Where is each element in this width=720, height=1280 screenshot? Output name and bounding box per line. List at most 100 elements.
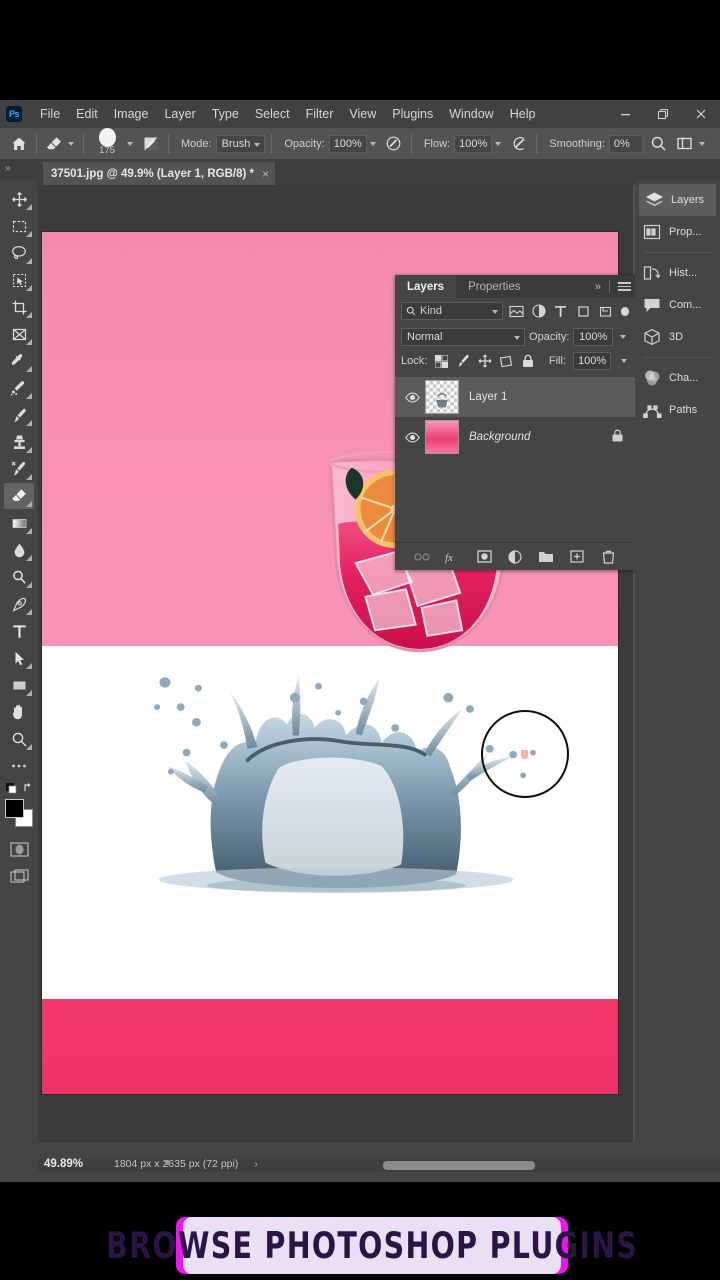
delete-layer-icon[interactable] [599, 548, 617, 566]
promo-banner[interactable]: BROWSE PHOTOSHOP PLUGINS [106, 1217, 637, 1274]
lock-all-icon[interactable] [520, 353, 535, 369]
sidebar-item-layers[interactable]: Layers [639, 184, 716, 216]
layer-opacity-caret-icon[interactable] [617, 335, 629, 339]
brush-tool[interactable] [4, 402, 34, 428]
frame-tool[interactable] [4, 321, 34, 347]
layer-fill-caret-icon[interactable] [618, 359, 629, 363]
layer-name[interactable]: Layer 1 [469, 391, 507, 403]
brush-preset-caret-icon[interactable] [124, 142, 136, 146]
menu-layer[interactable]: Layer [156, 103, 203, 125]
table-row[interactable]: Background [395, 417, 635, 457]
restore-button[interactable] [644, 100, 682, 128]
filter-shape-icon[interactable] [575, 302, 592, 321]
airbrush-icon[interactable] [508, 133, 530, 155]
smoothing-input[interactable]: 0% [608, 134, 643, 153]
gradient-tool[interactable] [4, 510, 34, 536]
pressure-opacity-icon[interactable] [383, 133, 405, 155]
layer-fill-input[interactable]: 100% [572, 352, 612, 370]
dodge-tool[interactable] [4, 564, 34, 590]
swap-default-colors[interactable] [4, 780, 34, 796]
new-group-icon[interactable] [537, 548, 555, 566]
screen-mode-icon[interactable] [4, 863, 34, 889]
layer-visibility-icon[interactable] [401, 391, 423, 403]
lasso-tool[interactable] [4, 240, 34, 266]
menu-image[interactable]: Image [106, 103, 157, 125]
menu-window[interactable]: Window [441, 103, 501, 125]
menu-help[interactable]: Help [502, 103, 544, 125]
table-row[interactable]: Layer 1 [395, 377, 635, 417]
type-tool[interactable] [4, 618, 34, 644]
lock-image-pixels-icon[interactable] [456, 353, 471, 369]
more-tools-icon[interactable] [4, 753, 34, 779]
opacity-input[interactable]: 100% [328, 134, 367, 153]
tool-preset-caret-icon[interactable] [65, 142, 77, 146]
blend-mode-select[interactable]: Normal [401, 327, 526, 346]
sidebar-item-properties[interactable]: Prop... [635, 216, 720, 248]
close-button[interactable] [682, 100, 720, 128]
document-tab[interactable]: 37501.jpg @ 49.9% (Layer 1, RGB/8) * × [43, 162, 275, 185]
layer-thumbnail[interactable] [425, 380, 459, 414]
opacity-caret-icon[interactable] [367, 142, 379, 146]
menu-plugins[interactable]: Plugins [384, 103, 441, 125]
eraser-tool[interactable] [4, 483, 34, 509]
filter-type-icon[interactable] [552, 302, 569, 321]
eyedropper-tool[interactable] [4, 348, 34, 374]
mode-select[interactable]: Brush [215, 134, 266, 153]
new-layer-icon[interactable] [568, 548, 586, 566]
scrollbar-thumb[interactable] [383, 1161, 535, 1170]
sidebar-item-3d[interactable]: 3D [635, 321, 720, 353]
lock-artboard-nesting-icon[interactable] [499, 353, 514, 369]
status-chevron-icon[interactable]: › [254, 1159, 257, 1170]
brush-preset-picker[interactable]: 175 [90, 127, 124, 159]
sidebar-item-paths[interactable]: Paths [635, 394, 720, 426]
sidebar-item-history[interactable]: Hist... [635, 257, 720, 289]
layer-style-fx-icon[interactable]: fx [444, 548, 462, 566]
hand-tool[interactable] [4, 699, 34, 725]
menu-filter[interactable]: Filter [298, 103, 342, 125]
filter-smart-object-icon[interactable] [597, 302, 614, 321]
clone-stamp-tool[interactable] [4, 429, 34, 455]
brush-settings-icon[interactable] [140, 133, 162, 155]
tab-properties[interactable]: Properties [456, 275, 532, 298]
flow-input[interactable]: 100% [454, 134, 493, 153]
path-selection-tool[interactable] [4, 645, 34, 671]
eraser-icon[interactable] [43, 133, 65, 155]
menu-edit[interactable]: Edit [68, 103, 106, 125]
link-layers-icon[interactable] [413, 548, 431, 566]
new-adjustment-layer-icon[interactable] [506, 548, 524, 566]
layer-name[interactable]: Background [469, 431, 530, 443]
search-icon[interactable] [648, 133, 670, 155]
home-icon[interactable] [8, 133, 30, 155]
layer-visibility-icon[interactable] [401, 431, 423, 443]
move-tool[interactable] [4, 186, 34, 212]
rectangle-tool[interactable] [4, 672, 34, 698]
arrange-documents-icon[interactable] [674, 133, 696, 155]
tab-layers[interactable]: Layers [395, 275, 457, 298]
foreground-color-swatch[interactable] [5, 799, 24, 818]
filter-toggle[interactable] [620, 306, 629, 316]
menu-type[interactable]: Type [204, 103, 247, 125]
add-layer-mask-icon[interactable] [475, 548, 493, 566]
spot-healing-brush-tool[interactable] [4, 375, 34, 401]
history-brush-tool[interactable] [4, 456, 34, 482]
layer-thumbnail[interactable] [425, 420, 459, 454]
collapse-panel-icon[interactable]: » [595, 281, 601, 293]
panel-menu-icon[interactable] [618, 282, 631, 291]
flow-caret-icon[interactable] [492, 142, 504, 146]
zoom-tool[interactable] [4, 726, 34, 752]
minimize-button[interactable] [606, 100, 644, 128]
layer-opacity-input[interactable]: 100% [573, 327, 614, 346]
object-selection-tool[interactable] [4, 267, 34, 293]
sidebar-item-comments[interactable]: Com... [635, 289, 720, 321]
lock-position-icon[interactable] [477, 353, 492, 369]
blur-tool[interactable] [4, 537, 34, 563]
foreground-background-color[interactable] [4, 798, 34, 830]
lock-transparent-pixels-icon[interactable] [434, 353, 449, 369]
sidebar-item-channels[interactable]: Cha... [635, 362, 720, 394]
close-icon[interactable]: × [262, 167, 269, 181]
filter-adjustment-icon[interactable] [530, 302, 547, 321]
menu-select[interactable]: Select [247, 103, 298, 125]
workspace-caret-icon[interactable] [696, 142, 708, 146]
zoom-level[interactable]: 49.89% [44, 1158, 106, 1170]
filter-kind-select[interactable]: Kind [401, 302, 504, 320]
